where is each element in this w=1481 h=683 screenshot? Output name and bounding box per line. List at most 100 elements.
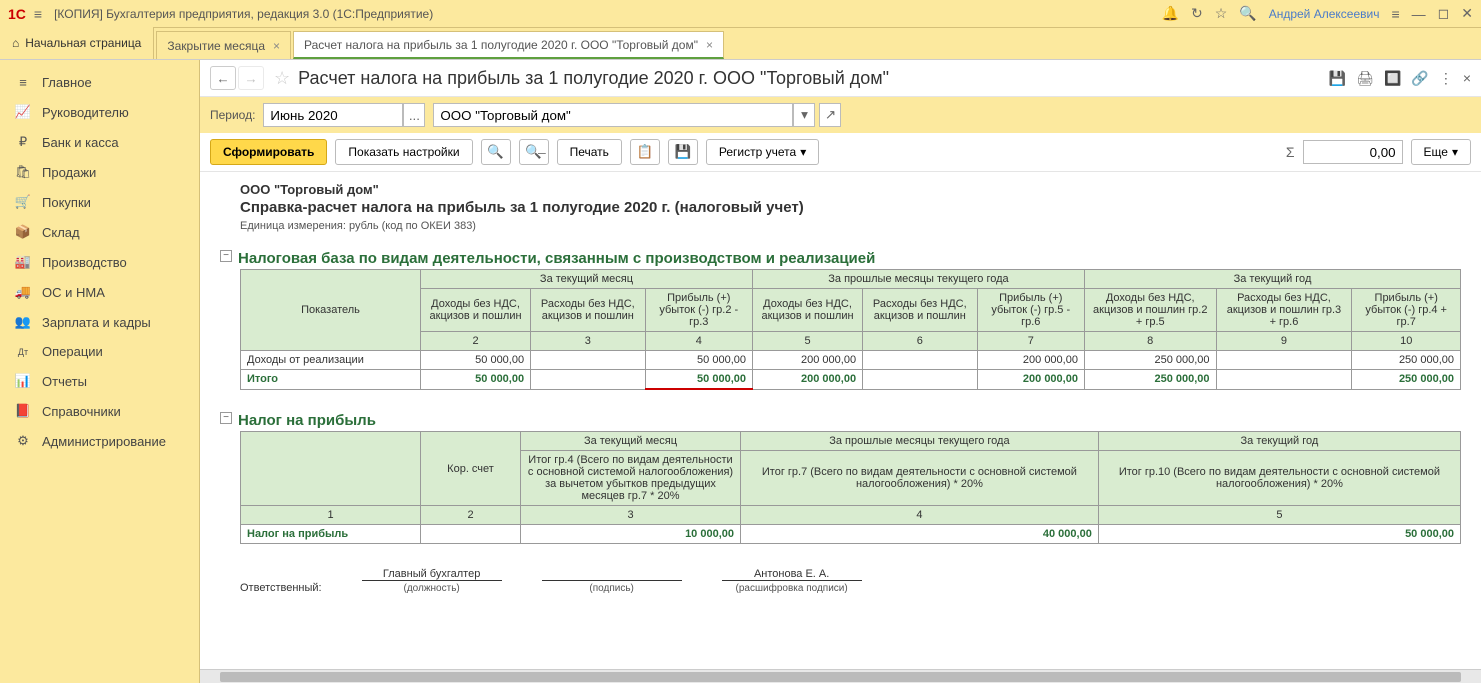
tab-close-icon[interactable]: × [273,39,280,53]
cell: 10 000,00 [521,525,741,544]
forward-button[interactable]: → [238,66,264,90]
period-field[interactable] [263,103,403,127]
save-file-button[interactable]: 💾 [668,139,698,165]
tab-profit-tax-calc[interactable]: Расчет налога на прибыль за 1 полугодие … [293,31,724,59]
org-dropdown-button[interactable]: ▾ [793,103,815,127]
collapse-section2-button[interactable]: − [220,412,232,424]
table-row: 2 3 4 5 6 7 8 9 10 [241,332,1461,351]
col-group: За прошлые месяцы текущего года [741,432,1099,451]
sidebar-item-salary[interactable]: 👥Зарплата и кадры [0,307,199,337]
sidebar-item-warehouse[interactable]: 📦Склад [0,217,199,247]
history-icon[interactable]: ↻ [1191,5,1203,22]
register-button[interactable]: Регистр учета ▾ [706,139,819,165]
tab-closing-month[interactable]: Закрытие месяца × [156,31,291,59]
export-button[interactable]: 📋 [630,139,660,165]
cell: Доходы от реализации [241,351,421,370]
horizontal-scrollbar[interactable] [200,669,1481,683]
table-row[interactable]: Доходы от реализации 50 000,00 50 000,00… [241,351,1461,370]
sidebar-item-bank[interactable]: ₽ Банк и касса [0,127,199,157]
cell: 50 000,00 [1098,525,1460,544]
minimize-icon[interactable]: — [1412,6,1426,22]
star-icon[interactable]: ☆ [1215,5,1228,22]
sidebar-item-production[interactable]: 🏭Производство [0,247,199,277]
col-sub: Итог гр.7 (Всего по видам деятельности с… [741,451,1099,506]
sidebar-item-reports[interactable]: 📊Отчеты [0,366,199,396]
show-settings-button[interactable]: Показать настройки [335,139,472,165]
sidebar-item-main[interactable]: ≡Главное [0,68,199,97]
scrollbar-thumb[interactable] [220,672,1461,682]
collapse-section1-button[interactable]: − [220,250,232,262]
col-group: За текущий месяц [521,432,741,451]
col-sub: Доходы без НДС, акцизов и пошлин [752,289,862,332]
col-group: За текущий год [1084,270,1460,289]
back-button[interactable]: ← [210,66,236,90]
col-num: 2 [421,332,531,351]
table-row-total[interactable]: Итого 50 000,00 50 000,00 200 000,00 200… [241,370,1461,390]
home-tab-label: Начальная страница [25,36,141,50]
save-icon[interactable]: 💾 [1329,70,1346,87]
ruble-icon: ₽ [14,134,32,150]
expand-button[interactable]: 🔍̶ [519,139,549,165]
kebab-icon[interactable]: ⋮ [1439,70,1453,87]
tabs-bar: ⌂ Начальная страница Закрытие месяца × Р… [0,28,1481,60]
col-num: 3 [531,332,645,351]
factory-icon: 🏭 [14,254,32,270]
sidebar-item-manager[interactable]: 📈Руководителю [0,97,199,127]
col-sub: Доходы без НДС, акцизов и пошлин гр.2 + … [1084,289,1216,332]
home-tab[interactable]: ⌂ Начальная страница [0,27,154,59]
tab-close-icon[interactable]: × [706,38,713,52]
org-open-button[interactable]: ↗ [819,103,841,127]
sidebar-item-label: ОС и НМА [42,285,105,300]
menu-icon[interactable]: ≡ [34,6,42,22]
list-icon: ≡ [14,75,32,90]
people-icon: 👥 [14,314,32,330]
maximize-icon[interactable]: ◻ [1438,5,1450,22]
report-title: Справка-расчет налога на прибыль за 1 по… [240,199,1461,216]
sum-field[interactable] [1303,140,1403,164]
sidebar-item-sales[interactable]: 🛍Продажи [0,157,199,187]
search-icon[interactable]: 🔍 [1239,5,1256,22]
truck-icon: 🚚 [14,284,32,300]
find-button[interactable]: 🔍 [481,139,511,165]
col-sub: Расходы без НДС, акцизов и пошлин гр.3 +… [1216,289,1352,332]
report-org: ООО "Торговый дом" [240,182,1461,197]
col-group: За текущий месяц [421,270,753,289]
link-icon[interactable]: 🔗 [1411,70,1428,87]
filter-icon[interactable]: ≡ [1391,6,1399,22]
user-name[interactable]: Андрей Алексеевич [1269,7,1380,21]
favorite-icon[interactable]: ☆ [274,68,290,89]
sidebar-item-purchases[interactable]: 🛒Покупки [0,187,199,217]
preview-icon[interactable]: 🔲 [1384,70,1401,87]
cell: 200 000,00 [752,370,862,390]
report-area[interactable]: ООО "Торговый дом" Справка-расчет налога… [200,172,1481,669]
cell: 250 000,00 [1352,370,1461,390]
sidebar-item-operations[interactable]: ДтОперации [0,337,199,366]
window-title: [КОПИЯ] Бухгалтерия предприятия, редакци… [54,7,1161,21]
sidebar-item-label: Банк и касса [42,135,119,150]
close-icon[interactable]: ✕ [1461,5,1473,22]
col-num: 9 [1216,332,1352,351]
page-actions: 💾 🖨 🔲 🔗 ⋮ × [1329,70,1471,87]
col-sub: Расходы без НДС, акцизов и пошлин [863,289,977,332]
org-field[interactable] [433,103,793,127]
close-page-icon[interactable]: × [1463,70,1471,87]
col-sub: Прибыль (+) убыток (-) гр.5 - гр.6 [977,289,1084,332]
more-button[interactable]: Еще ▾ [1411,139,1471,165]
sidebar-item-label: Покупки [42,195,91,210]
period-select-button[interactable]: ... [403,103,425,127]
cell: 200 000,00 [977,351,1084,370]
sidebar-item-assets[interactable]: 🚚 ОС и НМА [0,277,199,307]
print-icon[interactable]: 🖨 [1356,70,1374,87]
col-empty [241,432,421,506]
sig-value: Антонова Е. А. [722,568,862,580]
generate-button[interactable]: Сформировать [210,139,327,165]
bell-icon[interactable]: 🔔 [1162,5,1179,22]
sidebar-item-admin[interactable]: ⚙Администрирование [0,426,199,456]
print-button[interactable]: Печать [557,139,622,165]
col-account: Кор. счет [421,432,521,506]
sig-caption: (должность) [362,580,502,594]
table-row-total[interactable]: Налог на прибыль 10 000,00 40 000,00 50 … [241,525,1461,544]
sidebar-item-catalogs[interactable]: 📕Справочники [0,396,199,426]
responsible-label: Ответственный: [240,582,322,594]
home-icon: ⌂ [12,36,19,50]
